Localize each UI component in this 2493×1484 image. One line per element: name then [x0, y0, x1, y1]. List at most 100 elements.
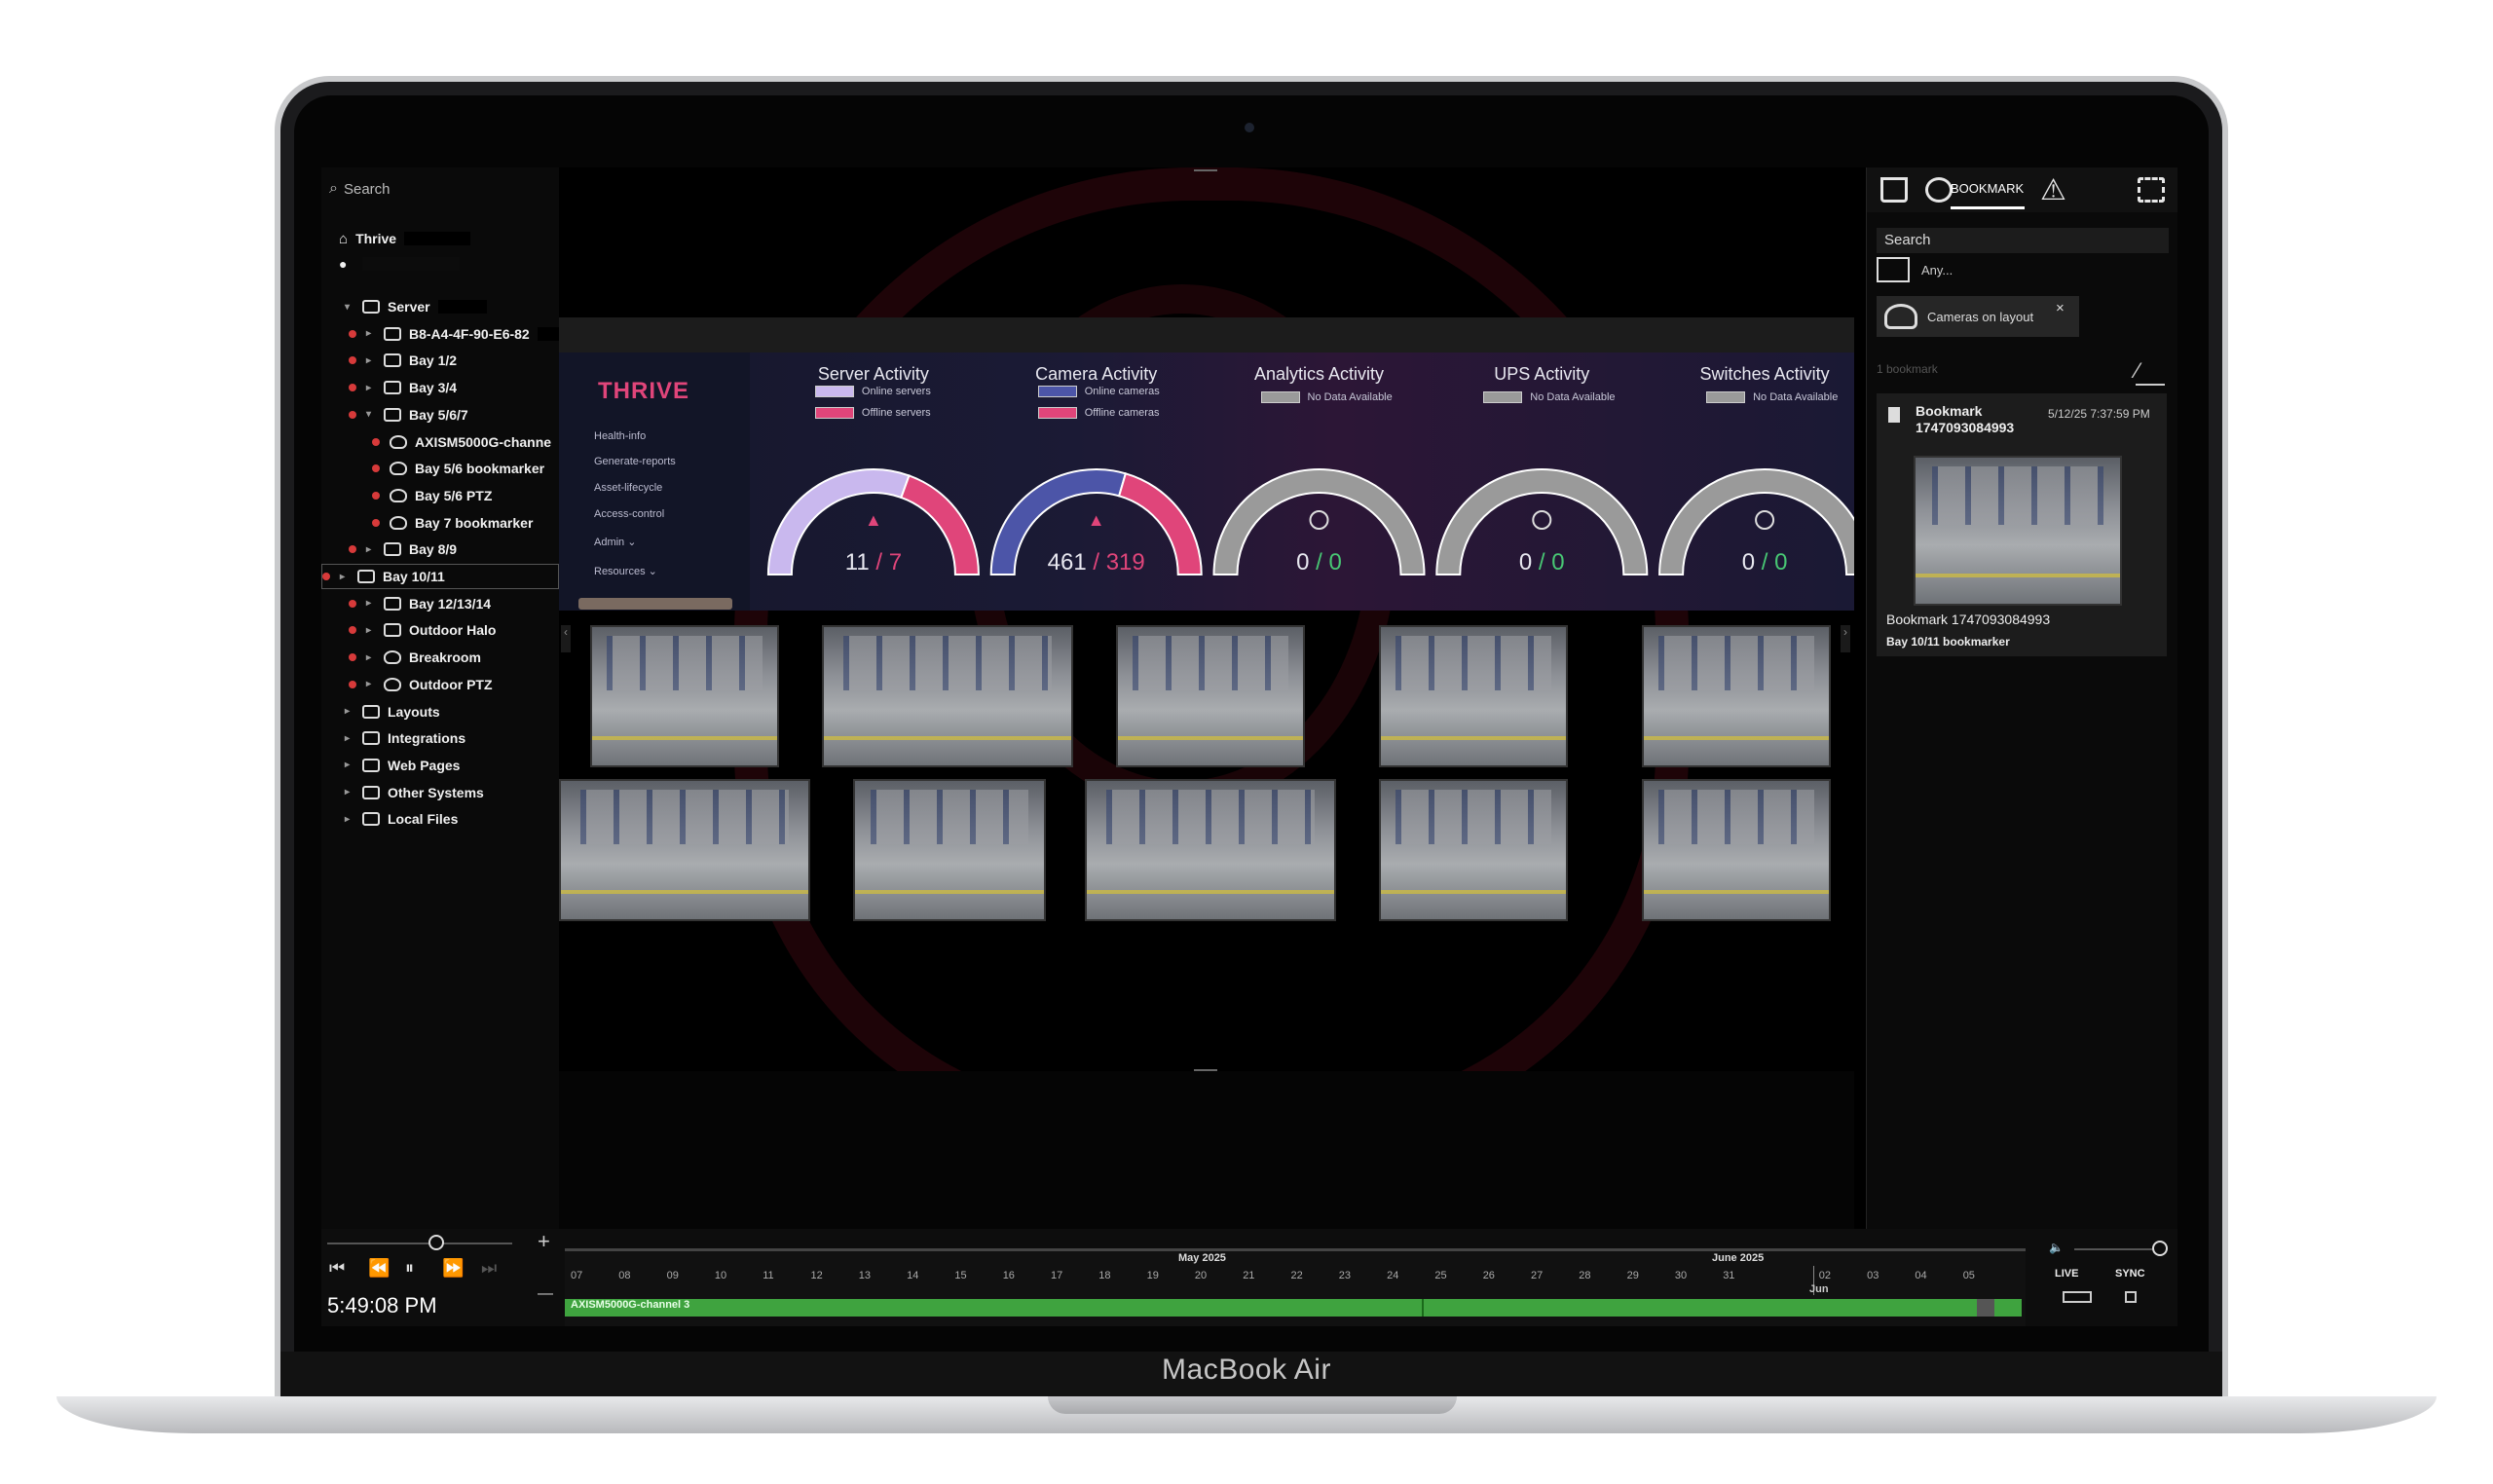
expand-arrow-icon[interactable]: ▸ [345, 787, 356, 798]
motion-search-tab-icon[interactable] [1925, 177, 1953, 203]
tree-item[interactable]: ▸ Bay 8/9 [349, 537, 457, 562]
gauge-value: 0 / 0 [1296, 549, 1342, 575]
tree-item[interactable]: ▸ Outdoor Halo [349, 617, 496, 643]
expand-arrow-icon[interactable]: ▸ [366, 383, 378, 393]
timeline-day-tick: 27 [1531, 1270, 1544, 1281]
timeline-day-tick: 28 [1579, 1270, 1591, 1281]
scroll-right-icon[interactable]: › [1841, 625, 1850, 652]
zoom-out-button[interactable]: — [538, 1285, 553, 1303]
status-dot [349, 384, 356, 392]
volume-handle[interactable] [2152, 1241, 2168, 1256]
expand-arrow-icon[interactable]: ▸ [366, 625, 378, 636]
camera-icon [384, 650, 401, 665]
site-row[interactable]: ⌂ Thrive [339, 226, 471, 251]
fast-forward-icon[interactable]: ⏩ [442, 1258, 464, 1279]
notifications-tab-icon[interactable] [1880, 177, 1908, 203]
tree-item[interactable]: ▸ Bay 1/2 [349, 348, 457, 373]
expand-arrow-icon[interactable]: ▸ [345, 733, 356, 744]
tree-item[interactable]: ▾ Server [327, 294, 487, 319]
tree-search[interactable]: ⌕ Search [329, 175, 553, 203]
tree-item[interactable]: ▾ Bay 5/6/7 [349, 402, 468, 427]
bookmark-search-input[interactable]: Search [1877, 228, 2169, 253]
scroll-left-icon[interactable]: ‹ [561, 625, 571, 652]
sort-filter-icon[interactable]: ⁄ [2136, 358, 2165, 386]
tree-item[interactable]: ▸ Integrations [327, 725, 465, 751]
camera-feed[interactable] [590, 625, 779, 767]
camera-feed[interactable] [822, 625, 1073, 767]
camera-feed[interactable] [1379, 779, 1568, 921]
volume-icon[interactable]: 🔈 [2049, 1241, 2064, 1254]
camera-feed[interactable] [1642, 779, 1831, 921]
menu-admin[interactable]: Admin ⌄ [594, 536, 636, 548]
webcam-icon [1245, 123, 1254, 132]
collapse-top-icon[interactable] [1194, 169, 1217, 179]
menu-resources[interactable]: Resources ⌄ [594, 565, 657, 577]
person-detect-tab-icon[interactable] [2138, 177, 2165, 203]
tree-item[interactable]: ▸ Web Pages [327, 753, 460, 778]
expand-arrow-icon[interactable]: ▸ [366, 598, 378, 609]
tree-item[interactable]: ▸ Bay 3/4 [349, 375, 457, 400]
tree-item[interactable]: ▸ Bay 10/11 [321, 564, 559, 589]
tree-item[interactable]: ▸ Local Files [327, 806, 458, 832]
tree-item[interactable]: Bay 5/6 bookmarker [372, 456, 544, 481]
close-icon[interactable]: × [2056, 300, 2065, 316]
tree-item[interactable]: ▸ B8-A4-4F-90-E6-82 [349, 321, 586, 347]
tree-item-label: Bay 1/2 [409, 352, 458, 369]
tree-item[interactable]: ▸ Breakroom [349, 645, 481, 670]
speed-slider-handle[interactable] [428, 1235, 444, 1250]
speed-slider-track[interactable] [327, 1243, 512, 1244]
expand-arrow-icon[interactable]: ▸ [366, 544, 378, 555]
skip-end-icon[interactable]: ⏭ [481, 1258, 497, 1279]
rewind-icon[interactable]: ⏪ [368, 1258, 390, 1279]
dashboard-header-strip [559, 317, 1854, 352]
camera-feed[interactable] [1379, 625, 1568, 767]
tree-item[interactable]: Bay 7 bookmarker [372, 510, 533, 536]
thumbnails-toggle-icon[interactable] [2063, 1291, 2092, 1303]
camera-feed[interactable] [1085, 779, 1336, 921]
menu-asset-lifecycle[interactable]: Asset-lifecycle [594, 482, 662, 494]
camera-filter-chip[interactable]: Cameras on layout [1877, 296, 2079, 337]
expand-arrow-icon[interactable]: ▸ [366, 679, 378, 689]
tree-item[interactable]: ▸ Bay 12/13/14 [349, 591, 491, 616]
camera-feed[interactable] [853, 779, 1046, 921]
bookmark-thumbnail[interactable] [1914, 456, 2122, 606]
tree-item[interactable]: Bay 5/6 PTZ [372, 483, 492, 508]
camera-feed[interactable] [1116, 625, 1305, 767]
zoom-in-button[interactable]: + [538, 1229, 550, 1254]
warning-tab-icon[interactable]: ⚠ [2040, 173, 2066, 207]
collapse-bottom-icon[interactable] [1194, 1061, 1217, 1071]
menu-generate-reports[interactable]: Generate-reports [594, 456, 676, 467]
volume-slider[interactable] [2074, 1248, 2152, 1250]
expand-arrow-icon[interactable]: ▸ [345, 814, 356, 825]
tree-item[interactable]: ▸ Outdoor PTZ [349, 672, 493, 697]
pause-icon[interactable]: ⏸ [405, 1258, 414, 1279]
camera-feed[interactable] [559, 779, 810, 921]
time-filter[interactable]: Any... [1877, 257, 1953, 282]
calendar-icon[interactable] [2125, 1291, 2137, 1303]
tree-item[interactable]: AXISM5000G-channe [372, 429, 551, 455]
camera-feed[interactable] [1642, 625, 1831, 767]
empty-layout-area [559, 1071, 1854, 1229]
skip-start-icon[interactable]: ⏮ [329, 1258, 345, 1279]
expand-arrow-icon[interactable]: ▸ [345, 760, 356, 770]
bookmark-tab[interactable]: BOOKMARK [1951, 181, 2024, 196]
menu-health-info[interactable]: Health-info [594, 430, 646, 442]
timeline-day-tick: 13 [858, 1270, 872, 1281]
info-icon [1309, 510, 1329, 530]
expand-arrow-icon[interactable]: ▸ [345, 706, 356, 717]
expand-arrow-icon[interactable]: ▸ [340, 572, 352, 582]
recording-track[interactable] [565, 1299, 2022, 1317]
expand-arrow-icon[interactable]: ▾ [345, 302, 356, 313]
expand-arrow-icon[interactable]: ▸ [366, 328, 378, 339]
live-button[interactable]: LIVE [2055, 1268, 2078, 1280]
tree-item[interactable]: ▸ Other Systems [327, 780, 484, 805]
user-row[interactable]: ● [339, 251, 461, 277]
tree-item[interactable]: ▸ Layouts [327, 699, 440, 724]
expand-arrow-icon[interactable]: ▾ [366, 409, 378, 420]
menu-access-control[interactable]: Access-control [594, 508, 664, 520]
expand-arrow-icon[interactable]: ▸ [366, 355, 378, 366]
search-input[interactable]: Search [344, 181, 391, 198]
resource-tree-panel: ⌕ Search ⌂ Thrive ● ▾ Server ▸ B8-A4-4F-90-… [321, 167, 586, 1229]
sync-button[interactable]: SYNC [2115, 1268, 2145, 1280]
expand-arrow-icon[interactable]: ▸ [366, 652, 378, 663]
